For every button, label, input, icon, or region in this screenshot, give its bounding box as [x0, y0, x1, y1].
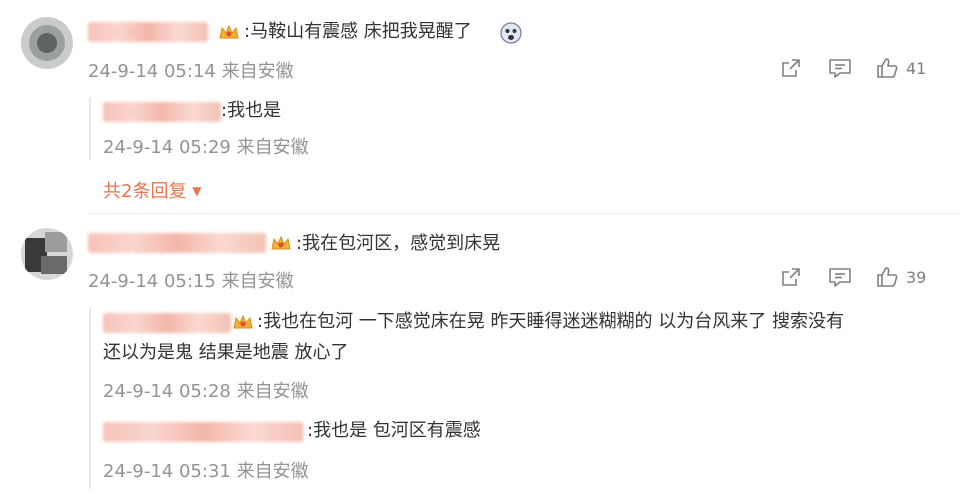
comment-actions: 41: [780, 55, 940, 81]
avatar[interactable]: [21, 228, 73, 280]
comment-text: :我在包河区，感觉到床晃: [296, 233, 501, 254]
reply-text: :我也在包河 一下感觉床在晃 昨天睡得迷迷糊糊的 以为台风来了 搜索没有: [257, 311, 844, 332]
reply-text: :我也是: [221, 100, 282, 121]
comment-icon: [829, 59, 851, 78]
comment-text: :马鞍山有震感 床把我晃醒了: [244, 21, 472, 42]
share-button[interactable]: [780, 264, 802, 290]
crown-badge-icon: [232, 313, 254, 333]
like-button[interactable]: 39: [876, 264, 926, 290]
like-count: 39: [906, 267, 927, 287]
crown-badge-icon: [270, 234, 292, 254]
username[interactable]: [88, 22, 208, 42]
more-replies-link[interactable]: 共2条回复 ▼: [103, 177, 201, 203]
more-replies-label: 共2条回复: [103, 181, 187, 202]
comment-button[interactable]: [828, 264, 852, 290]
comment-meta: 24-9-14 05:15 来自安徽: [88, 271, 294, 292]
crown-badge-icon: [218, 23, 240, 43]
like-button[interactable]: 41: [876, 55, 926, 81]
reply-username[interactable]: [103, 422, 303, 442]
reply-meta: 24-9-14 05:28 来自安徽: [103, 381, 309, 402]
reply-text: :我也是 包河区有震感: [307, 420, 481, 441]
comment-button[interactable]: [828, 55, 852, 81]
reply-meta: 24-9-14 05:29 来自安徽: [103, 137, 309, 158]
reply-username[interactable]: [103, 102, 221, 122]
reply-text-line2: 还以为是鬼 结果是地震 放心了: [103, 342, 349, 363]
thumbs-up-icon: [877, 58, 898, 78]
comment-item: :马鞍山有震感 床把我晃醒了 24-9-14 05:14 来自安徽 41 :我也…: [0, 0, 960, 210]
like-count: 41: [906, 58, 927, 78]
caret-down-icon: ▼: [192, 184, 202, 198]
username[interactable]: [88, 233, 266, 253]
thumbs-up-icon: [877, 267, 898, 287]
comment-item: :我在包河区，感觉到床晃 24-9-14 05:15 来自安徽 39 :我也在包…: [0, 215, 960, 494]
comment-actions: 39: [780, 264, 940, 290]
comment-meta: 24-9-14 05:14 来自安徽: [88, 61, 294, 82]
scared-face-emoji-icon: [499, 22, 523, 46]
comment-icon: [829, 268, 851, 287]
share-button[interactable]: [780, 55, 802, 81]
reply-meta: 24-9-14 05:31 来自安徽: [103, 461, 309, 482]
reply-thread-bar: [89, 98, 91, 160]
share-icon: [782, 59, 800, 77]
share-icon: [782, 268, 800, 286]
divider: [88, 213, 960, 214]
reply-thread-bar: [89, 307, 91, 489]
avatar[interactable]: [21, 17, 73, 69]
reply-username[interactable]: [103, 313, 231, 333]
